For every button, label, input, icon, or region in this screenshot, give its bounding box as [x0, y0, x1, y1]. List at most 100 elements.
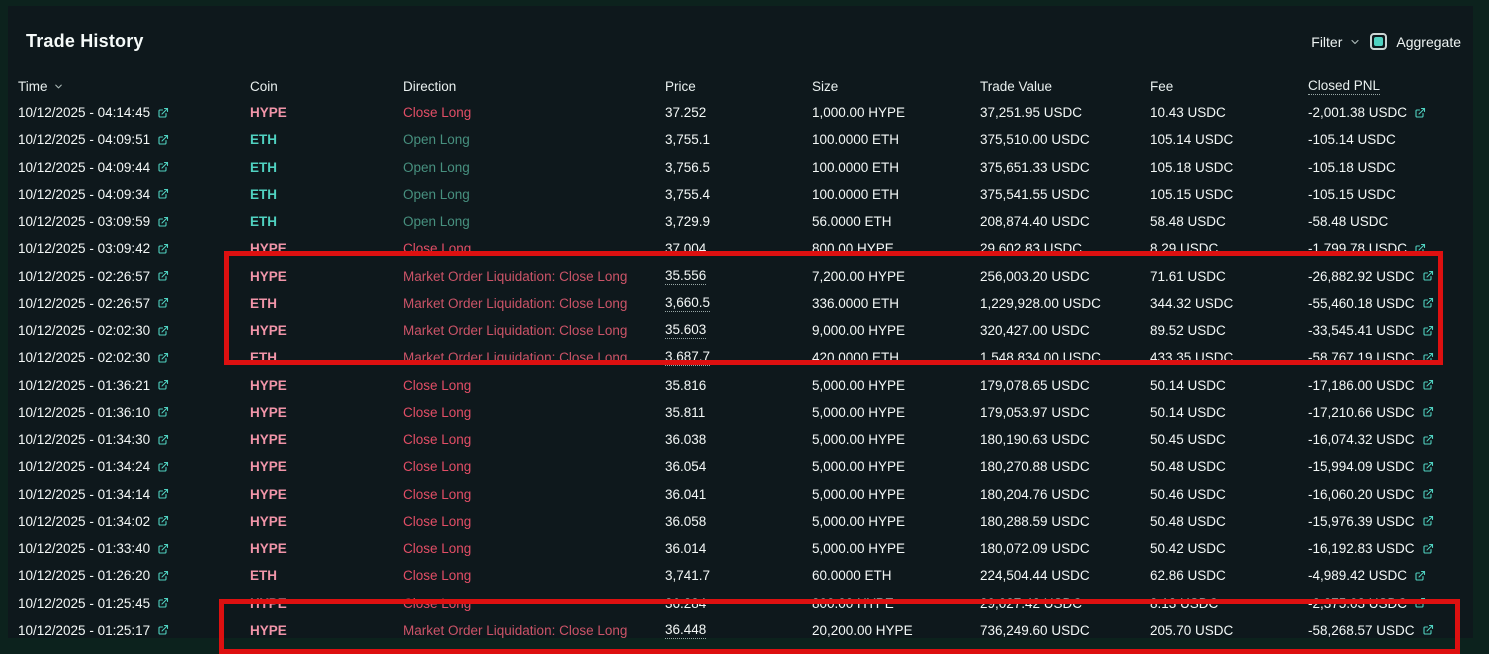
trade-closed-pnl: -4,989.42 USDC [1308, 568, 1459, 583]
external-link-icon[interactable] [1422, 515, 1434, 527]
trade-value: 736,249.60 USDC [980, 622, 1090, 638]
trade-time-cell: 10/12/2025 - 02:02:30 [18, 323, 250, 338]
trade-coin: ETH [250, 159, 277, 175]
trade-closed-pnl: -105.15 USDC [1308, 186, 1396, 202]
trade-closed-pnl: -55,460.18 USDC [1308, 296, 1459, 311]
trade-direction: Open Long [403, 214, 470, 230]
table-row: 10/12/2025 - 01:34:02 HYPE Close Long 36… [18, 508, 1459, 535]
trade-coin: ETH [250, 295, 277, 311]
trade-direction: Open Long [403, 159, 470, 175]
external-link-icon[interactable] [1422, 461, 1434, 473]
external-link-icon[interactable] [157, 352, 169, 364]
external-link-icon[interactable] [157, 216, 169, 228]
external-link-icon[interactable] [1422, 297, 1434, 309]
trade-closed-pnl: -15,976.39 USDC [1308, 514, 1459, 529]
trade-closed-pnl: -17,186.00 USDC [1308, 378, 1459, 393]
external-link-icon[interactable] [157, 107, 169, 119]
trade-closed-pnl: -15,994.09 USDC [1308, 459, 1459, 474]
external-link-icon[interactable] [1422, 624, 1434, 636]
column-header-closed-pnl[interactable]: Closed PNL [1308, 78, 1459, 95]
trade-direction: Close Long [403, 568, 472, 584]
trade-coin: ETH [250, 350, 277, 366]
aggregate-label[interactable]: Aggregate [1396, 34, 1461, 50]
external-link-icon[interactable] [157, 515, 169, 527]
trade-closed-pnl: -16,192.83 USDC [1308, 541, 1459, 556]
external-link-icon[interactable] [157, 461, 169, 473]
trade-value: 224,504.44 USDC [980, 568, 1090, 584]
table-row: 10/12/2025 - 04:09:34 ETH Open Long 3,75… [18, 181, 1459, 208]
trade-time-cell: 10/12/2025 - 01:34:24 [18, 459, 250, 474]
trade-value: 208,874.40 USDC [980, 214, 1090, 230]
trade-price: 3,741.7 [665, 568, 711, 584]
table-row: 10/12/2025 - 01:34:24 HYPE Close Long 36… [18, 453, 1459, 480]
external-link-icon[interactable] [1422, 325, 1434, 337]
external-link-icon[interactable] [157, 434, 169, 446]
table-row: 10/12/2025 - 02:02:30 ETH Market Order L… [18, 344, 1459, 371]
external-link-icon[interactable] [157, 488, 169, 500]
external-link-icon[interactable] [157, 188, 169, 200]
table-row: 10/12/2025 - 01:25:17 HYPE Market Order … [18, 617, 1459, 644]
trade-value: 179,078.65 USDC [980, 377, 1090, 393]
column-header-time[interactable]: Time [18, 79, 250, 94]
external-link-icon[interactable] [157, 243, 169, 255]
trade-size: 9,000.00 HYPE [812, 323, 906, 339]
external-link-icon[interactable] [1414, 107, 1426, 119]
external-link-icon[interactable] [1422, 379, 1434, 391]
trade-value: 1,229,928.00 USDC [980, 295, 1101, 311]
page-title: Trade History [26, 31, 144, 51]
external-link-icon[interactable] [157, 570, 169, 582]
trade-price: 3,660.5 [665, 294, 711, 312]
external-link-icon[interactable] [1414, 597, 1426, 609]
trade-value: 375,510.00 USDC [980, 132, 1090, 148]
external-link-icon[interactable] [1422, 488, 1434, 500]
trade-time-cell: 10/12/2025 - 03:09:59 [18, 214, 250, 229]
trade-size: 60.0000 ETH [812, 568, 892, 584]
trade-closed-pnl: -58.48 USDC [1308, 214, 1389, 230]
trade-direction: Open Long [403, 132, 470, 148]
sort-chevron-down-icon [54, 84, 62, 88]
external-link-icon[interactable] [157, 297, 169, 309]
trade-size: 100.0000 ETH [812, 159, 900, 175]
trade-coin: HYPE [250, 377, 287, 393]
external-link-icon[interactable] [157, 270, 169, 282]
column-header-size: Size [812, 78, 839, 94]
trade-time-cell: 10/12/2025 - 04:09:34 [18, 187, 250, 202]
trade-price: 35.811 [665, 404, 706, 420]
trade-fee: 62.86 USDC [1150, 568, 1226, 584]
filter-button[interactable]: Filter [1311, 34, 1361, 50]
external-link-icon[interactable] [1422, 270, 1434, 282]
column-header-trade-value: Trade Value [980, 78, 1053, 94]
trade-direction: Market Order Liquidation: Close Long [403, 350, 628, 366]
trade-direction: Close Long [403, 377, 472, 393]
column-header-coin: Coin [250, 78, 278, 94]
external-link-icon[interactable] [1422, 543, 1434, 555]
trade-size: 5,000.00 HYPE [812, 459, 906, 475]
external-link-icon[interactable] [1414, 243, 1426, 255]
external-link-icon[interactable] [157, 597, 169, 609]
external-link-icon[interactable] [157, 624, 169, 636]
external-link-icon[interactable] [1414, 570, 1426, 582]
aggregate-checkbox[interactable] [1370, 33, 1388, 50]
external-link-icon[interactable] [157, 379, 169, 391]
trade-direction: Close Long [403, 241, 472, 257]
trade-size: 56.0000 ETH [812, 214, 892, 230]
trade-fee: 10.43 USDC [1150, 105, 1226, 121]
trade-coin: HYPE [250, 432, 287, 448]
trade-value: 375,651.33 USDC [980, 159, 1090, 175]
trade-value: 37,251.95 USDC [980, 105, 1083, 121]
trade-time-cell: 10/12/2025 - 01:36:21 [18, 378, 250, 393]
external-link-icon[interactable] [157, 134, 169, 146]
external-link-icon[interactable] [1422, 352, 1434, 364]
external-link-icon[interactable] [157, 325, 169, 337]
external-link-icon[interactable] [157, 406, 169, 418]
trade-time-cell: 10/12/2025 - 04:09:51 [18, 132, 250, 147]
table-row: 10/12/2025 - 01:36:10 HYPE Close Long 35… [18, 399, 1459, 426]
trade-closed-pnl: -26,882.92 USDC [1308, 269, 1459, 284]
trade-price: 37.252 [665, 105, 707, 121]
external-link-icon[interactable] [157, 543, 169, 555]
external-link-icon[interactable] [157, 161, 169, 173]
trade-price: 3,687.7 [665, 349, 711, 367]
external-link-icon[interactable] [1422, 434, 1434, 446]
external-link-icon[interactable] [1422, 406, 1434, 418]
trade-fee: 8.13 USDC [1150, 595, 1219, 611]
